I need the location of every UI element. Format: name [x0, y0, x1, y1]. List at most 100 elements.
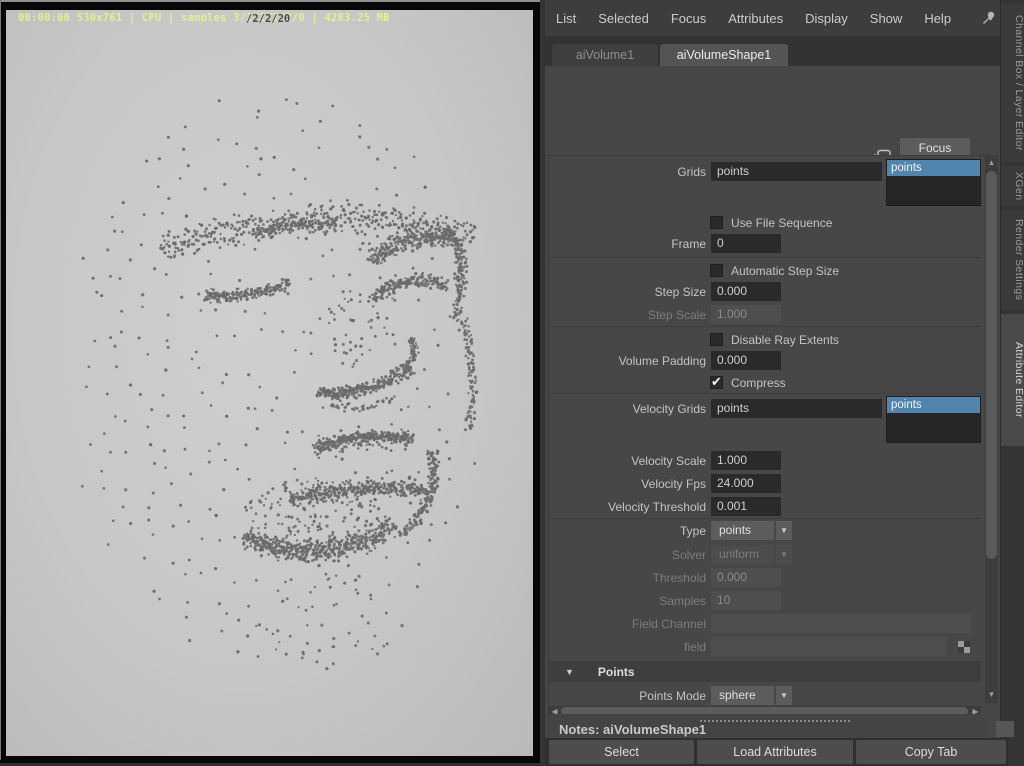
samples-label: Samples: [549, 594, 706, 608]
samples-input: 10: [711, 591, 781, 610]
menu-help[interactable]: Help: [924, 11, 951, 26]
sidetab-channel-box-layer-editor[interactable]: Channel Box / Layer Editor: [1001, 4, 1024, 162]
attribute-editor-panel: List Selected Focus Attributes Display S…: [545, 0, 1000, 766]
sidetab-xgen[interactable]: XGen: [1001, 166, 1024, 206]
sidetab-attribute-editor[interactable]: Attribute Editor: [1001, 314, 1024, 446]
menu-list[interactable]: List: [556, 11, 576, 26]
points-mode-row: Points Mode sphere ▼: [549, 686, 792, 705]
select-button[interactable]: Select: [549, 740, 694, 764]
points-section-header[interactable]: ▼ Points: [549, 661, 981, 682]
disable-ray-extents-row: Disable Ray Extents: [549, 330, 839, 349]
maya-window: 00:00:00 530x761 | CPU | samples 3/2/2/2…: [0, 0, 1024, 766]
field-channel-label: Field Channel: [549, 617, 706, 631]
type-value[interactable]: points: [711, 521, 774, 540]
point-cloud: [6, 10, 533, 756]
menu-attributes[interactable]: Attributes: [728, 11, 783, 26]
disable-ray-extents-checkbox[interactable]: [710, 333, 723, 346]
step-size-row: Step Size 0.000: [549, 282, 781, 301]
volume-padding-label: Volume Padding: [549, 354, 706, 368]
solver-row: Solver uniform ▼: [549, 545, 792, 564]
load-attributes-button[interactable]: Load Attributes: [697, 740, 853, 764]
separator: [549, 393, 981, 394]
use-file-sequence-row: Use File Sequence: [549, 213, 832, 232]
compress-label: Compress: [731, 376, 786, 390]
use-file-sequence-checkbox[interactable]: [710, 216, 723, 229]
compress-row: Compress: [549, 373, 786, 392]
scroll-up-icon[interactable]: ▲: [985, 156, 998, 169]
collapse-triangle-icon[interactable]: ▼: [565, 667, 574, 677]
field-row: field: [549, 637, 972, 656]
step-scale-label: Step Scale: [549, 308, 706, 322]
step-size-label: Step Size: [549, 285, 706, 299]
velocity-scale-input[interactable]: 1.000: [711, 451, 781, 470]
type-dropdown[interactable]: points ▼: [711, 521, 792, 540]
notes-strip: Notes: aiVolumeShape1: [545, 714, 985, 738]
type-row: Type points ▼: [549, 521, 792, 540]
velocity-threshold-input[interactable]: 0.001: [711, 497, 781, 516]
velocity-grids-input[interactable]: points: [711, 399, 882, 418]
grids-list-item-points[interactable]: points: [887, 160, 980, 176]
side-tab-strip: Channel Box / Layer Editor XGen Render S…: [1000, 0, 1024, 766]
chevron-down-icon: ▼: [776, 545, 792, 564]
render-status-text: 00:00:00 530x761 | CPU | samples 3/2/2/2…: [18, 12, 390, 24]
menu-display[interactable]: Display: [805, 11, 848, 26]
field-input: [711, 637, 946, 656]
render-viewport[interactable]: 00:00:00 530x761 | CPU | samples 3/2/2/2…: [0, 0, 540, 766]
separator: [549, 518, 981, 519]
notes-splitter-handle[interactable]: [700, 720, 850, 722]
automatic-step-size-row: Automatic Step Size: [549, 261, 839, 280]
pin-icon[interactable]: [981, 10, 997, 26]
velocity-scale-row: Velocity Scale 1.000: [549, 451, 781, 470]
copy-tab-button[interactable]: Copy Tab: [856, 740, 1006, 764]
separator: [549, 326, 981, 327]
menu-selected[interactable]: Selected: [598, 11, 649, 26]
sidetab-render-settings[interactable]: Render Settings: [1001, 210, 1024, 310]
points-mode-dropdown[interactable]: sphere ▼: [711, 686, 792, 705]
chevron-down-icon[interactable]: ▼: [776, 686, 792, 705]
grids-label: Grids: [549, 165, 706, 179]
points-section-title: Points: [598, 665, 635, 679]
velocity-grids-listbox[interactable]: points: [886, 396, 981, 443]
compress-checkbox[interactable]: [710, 376, 723, 389]
menu-focus[interactable]: Focus: [671, 11, 706, 26]
threshold-row: Threshold 0.000: [549, 568, 781, 587]
points-mode-value[interactable]: sphere: [711, 686, 774, 705]
automatic-step-size-checkbox[interactable]: [710, 264, 723, 277]
type-label: Type: [549, 524, 706, 538]
step-scale-row: Step Scale 1.000: [549, 305, 781, 324]
frame-label: Frame: [549, 237, 706, 251]
velocity-threshold-label: Velocity Threshold: [549, 500, 706, 514]
field-label: field: [549, 640, 706, 654]
velocity-threshold-row: Velocity Threshold 0.001: [549, 497, 781, 516]
chevron-down-icon[interactable]: ▼: [776, 521, 792, 540]
threshold-input: 0.000: [711, 568, 781, 587]
field-channel-row: Field Channel: [549, 614, 971, 633]
render-status-ghost-text: /2/2/20: [246, 13, 290, 25]
node-tab-bar: aiVolume1 aiVolumeShape1: [545, 36, 1000, 66]
velocity-grids-label: Velocity Grids: [549, 402, 706, 416]
points-mode-label: Points Mode: [549, 689, 706, 703]
panel-corner: [996, 721, 1014, 737]
tab-aivolumeshape1[interactable]: aiVolumeShape1: [660, 44, 788, 66]
velocity-fps-input[interactable]: 24.000: [711, 474, 781, 493]
frame-input[interactable]: 0: [711, 234, 781, 253]
vertical-scrollbar-thumb[interactable]: [986, 171, 997, 559]
solver-dropdown: uniform ▼: [711, 545, 792, 564]
samples-row: Samples 10: [549, 591, 781, 610]
scroll-down-icon[interactable]: ▼: [985, 688, 998, 701]
grids-input[interactable]: points: [711, 162, 882, 181]
map-texture-icon[interactable]: [956, 639, 972, 655]
vertical-scrollbar[interactable]: ▲ ▼: [985, 155, 998, 703]
grids-listbox[interactable]: points: [886, 159, 981, 206]
render-image: [6, 10, 533, 756]
threshold-label: Threshold: [549, 571, 706, 585]
volume-padding-input[interactable]: 0.000: [711, 351, 781, 370]
velocity-grids-list-item-points[interactable]: points: [887, 397, 980, 413]
field-channel-input: [711, 614, 971, 633]
automatic-step-size-label: Automatic Step Size: [731, 264, 839, 278]
velocity-scale-label: Velocity Scale: [549, 454, 706, 468]
step-size-input[interactable]: 0.000: [711, 282, 781, 301]
tab-aivolume1[interactable]: aiVolume1: [552, 44, 658, 66]
viewport-left-border: [0, 0, 1, 760]
menu-show[interactable]: Show: [870, 11, 903, 26]
